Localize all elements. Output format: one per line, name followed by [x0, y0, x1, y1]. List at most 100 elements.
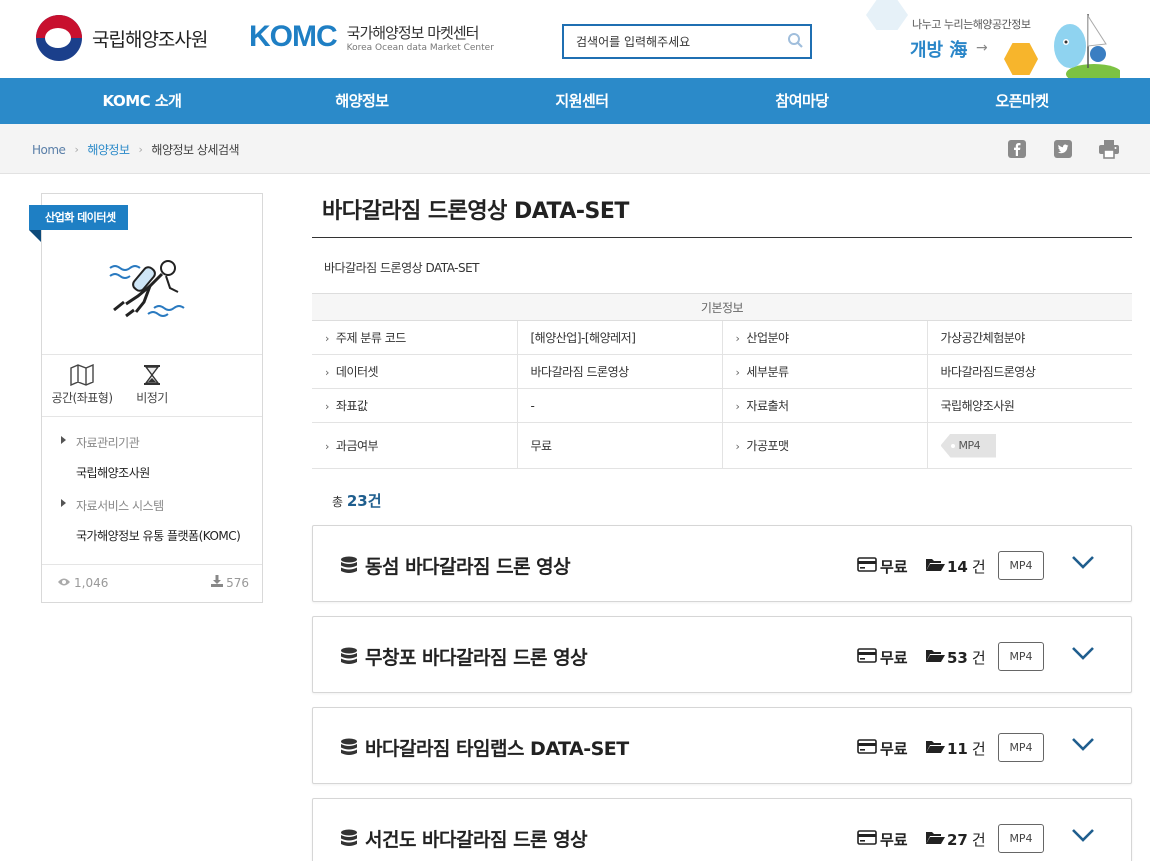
breadcrumb-current: 해양정보 상세검색	[151, 143, 240, 157]
facebook-icon[interactable]	[1006, 138, 1028, 160]
format-badge: MP4	[998, 733, 1044, 762]
agency-label: 자료관리기관	[76, 436, 140, 450]
chevron-right-icon: ›	[325, 332, 329, 345]
info-key: 세부분류	[746, 365, 789, 379]
search-icon[interactable]	[787, 32, 804, 54]
info-value: [해양산업]-[해양레저]	[516, 320, 722, 355]
industrial-dataset-ribbon: 산업화 데이터셋	[29, 205, 128, 242]
chevron-down-icon[interactable]	[1071, 554, 1095, 574]
komc-wordmark: KOMC	[249, 20, 338, 53]
category-spatial: 공간(좌표형)	[47, 363, 117, 406]
file-count-unit: 건	[971, 558, 986, 576]
caret-right-icon	[61, 436, 66, 444]
total-prefix: 총	[332, 495, 344, 509]
share-tools	[982, 138, 1120, 160]
info-value: 바다갈라짐드론영상	[926, 354, 1132, 389]
org-name: 국립해양조사원	[92, 28, 208, 51]
file-count: 11	[947, 739, 968, 758]
promo-banner[interactable]: 나누고 누리는해양공간정보 개방 海 →	[862, 0, 1150, 78]
dataset-item[interactable]: 무창포 바다갈라짐 드론 영상 무료 53 건 MP4	[312, 616, 1132, 693]
price-label: 무료	[880, 649, 908, 667]
database-icon	[340, 829, 358, 853]
file-count-unit: 건	[971, 740, 986, 758]
format-badge: MP4	[998, 551, 1044, 580]
chevron-right-icon: ›	[325, 400, 329, 413]
dataset-item[interactable]: 서건도 바다갈라짐 드론 영상 무료 27 건 MP4	[312, 798, 1132, 861]
dataset-title[interactable]: 바다갈라짐 타임랩스 DATA-SET	[365, 734, 629, 761]
database-icon	[340, 647, 358, 671]
info-key: 좌표값	[335, 399, 368, 413]
format-badge: MP4	[998, 824, 1044, 853]
format-tag-label: MP4	[958, 439, 981, 452]
info-value: 국립해양조사원	[926, 388, 1132, 423]
database-icon	[340, 556, 358, 580]
info-key: 산업분야	[746, 331, 789, 345]
chevron-down-icon[interactable]	[1071, 827, 1095, 847]
dataset-item[interactable]: 바다갈라짐 타임랩스 DATA-SET 무료 11 건 MP4	[312, 707, 1132, 784]
folder-open-icon	[925, 648, 945, 667]
breadcrumb-bar: Home › 해양정보 › 해양정보 상세검색	[0, 124, 1150, 174]
database-icon	[340, 738, 358, 762]
chevron-right-icon: ›	[735, 440, 740, 453]
info-value: 바다갈라짐 드론영상	[516, 354, 722, 389]
print-icon[interactable]	[1098, 138, 1120, 160]
category-spatial-label: 공간(좌표형)	[51, 391, 113, 405]
dataset-item[interactable]: 동섬 바다갈라짐 드론 영상 무료 14 건 MP4	[312, 525, 1132, 602]
twitter-icon[interactable]	[1052, 138, 1074, 160]
info-key: 자료출처	[746, 399, 789, 413]
dataset-title[interactable]: 서건도 바다갈라짐 드론 영상	[365, 825, 588, 852]
file-count: 27	[947, 830, 968, 849]
search-input[interactable]	[576, 34, 781, 49]
nav-item-komc-intro[interactable]: KOMC 소개	[32, 78, 252, 124]
system-label: 자료서비스 시스템	[76, 499, 164, 513]
dataset-detail: 바다갈라짐 드론영상 DATA-SET 바다갈라짐 드론영상 DATA-SET …	[312, 193, 1132, 510]
search-box	[562, 24, 812, 59]
folder-open-icon	[925, 830, 945, 849]
download-icon	[211, 575, 224, 590]
credit-card-icon	[857, 648, 877, 667]
chevron-right-icon: ›	[735, 332, 740, 345]
hexagon-decoration-icon	[866, 0, 908, 30]
dataset-summary-card: 산업화 데이터셋 공간(좌표형) 비정기 자료관리기관 국립해양조사원 자료서비…	[29, 193, 263, 603]
basic-info-table: 기본정보 › 주제 분류 코드 [해양산업]-[해양레저] › 산업분야 가상공간체…	[312, 293, 1132, 469]
view-count-value: 1,046	[74, 576, 109, 590]
system-value: 국가해양정보 유통 플랫폼(KOMC)	[76, 529, 241, 543]
breadcrumb-home[interactable]: Home	[32, 143, 66, 157]
org-logo[interactable]: 국립해양조사원	[36, 15, 208, 61]
nav-item-support-center[interactable]: 지원센터	[472, 78, 692, 124]
format-badge: MP4	[998, 642, 1044, 671]
price-label: 무료	[880, 558, 908, 576]
chevron-down-icon[interactable]	[1071, 736, 1095, 756]
file-count: 53	[947, 648, 968, 667]
info-key: 주제 분류 코드	[335, 331, 406, 345]
view-count: 1,046	[57, 576, 108, 590]
page-title: 바다갈라짐 드론영상 DATA-SET	[312, 193, 1132, 238]
info-row: › 과금여부 무료 › 가공포맷 MP4	[312, 422, 1132, 469]
komc-logo[interactable]: KOMC 국가해양정보 마켓센터 Korea Ocean data Market…	[249, 20, 494, 54]
nav-item-open-market[interactable]: 오픈마켓	[912, 78, 1132, 124]
arrow-right-icon: →	[976, 40, 988, 56]
dataset-title[interactable]: 동섬 바다갈라짐 드론 영상	[365, 552, 571, 579]
chevron-right-icon: ›	[325, 366, 329, 379]
map-icon	[47, 363, 117, 389]
dataset-title[interactable]: 무창포 바다갈라짐 드론 영상	[365, 643, 588, 670]
file-count-unit: 건	[971, 649, 986, 667]
chevron-down-icon[interactable]	[1071, 645, 1095, 665]
chevron-right-icon: ›	[138, 143, 143, 156]
map-badge-icon	[1004, 43, 1038, 75]
credit-card-icon	[857, 557, 877, 576]
info-key: 데이터셋	[335, 365, 379, 379]
scuba-diver-icon	[109, 260, 185, 318]
main-nav: KOMC 소개 해양정보 지원센터 참여마당 오픈마켓	[0, 78, 1150, 124]
info-row: › 주제 분류 코드 [해양산업]-[해양레저] › 산업분야 가상공간체험분야	[312, 320, 1132, 355]
nav-item-participation[interactable]: 참여마당	[692, 78, 912, 124]
nav-item-ocean-info[interactable]: 해양정보	[252, 78, 472, 124]
breadcrumb-ocean-info[interactable]: 해양정보	[87, 141, 130, 158]
hourglass-icon	[124, 364, 180, 389]
caret-right-icon	[61, 499, 66, 507]
taeguk-emblem-icon	[36, 15, 82, 61]
download-count: 576	[211, 575, 249, 590]
file-count-unit: 건	[971, 831, 986, 849]
chevron-right-icon: ›	[325, 440, 329, 453]
basic-info-header: 기본정보	[312, 293, 1132, 321]
